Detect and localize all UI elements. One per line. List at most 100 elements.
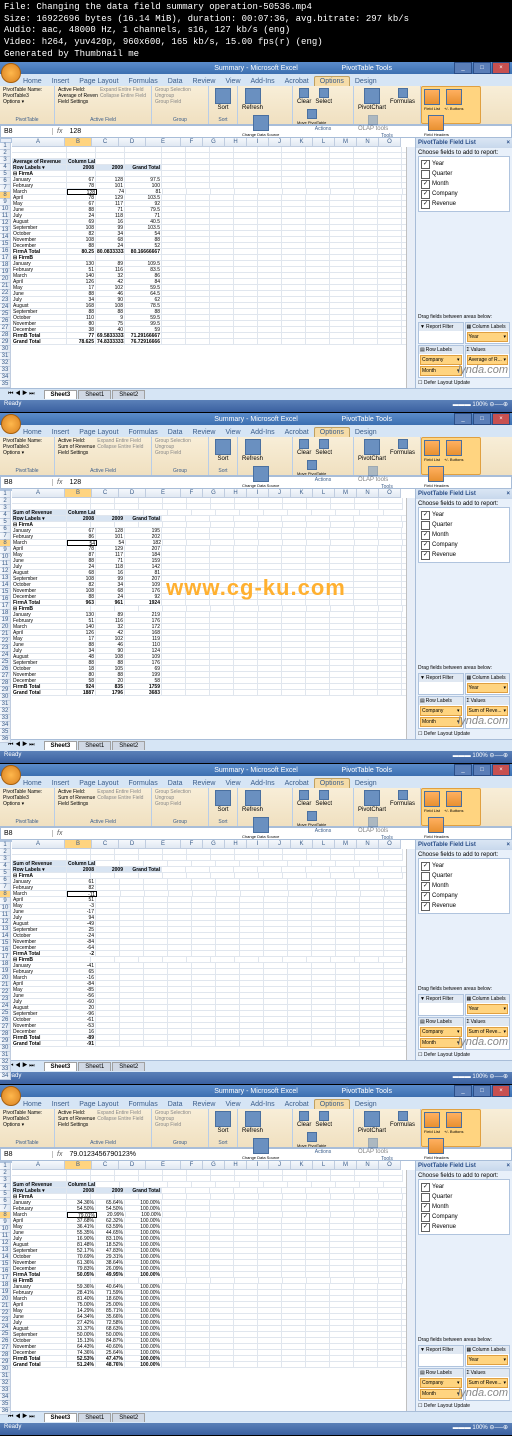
col-header-J[interactable]: J bbox=[269, 1161, 291, 1170]
formulas-icon[interactable] bbox=[398, 1111, 408, 1121]
row-header[interactable]: 8 bbox=[0, 891, 11, 898]
row-header[interactable]: 15 bbox=[0, 241, 11, 248]
row-header[interactable]: 1 bbox=[0, 491, 11, 498]
col-header-D[interactable]: D bbox=[119, 138, 146, 147]
row-header[interactable]: 17 bbox=[0, 1275, 11, 1282]
refresh-icon[interactable] bbox=[245, 439, 261, 455]
sort-icon[interactable] bbox=[215, 88, 231, 104]
row-header[interactable]: 28 bbox=[0, 680, 11, 687]
row-header[interactable]: 33 bbox=[0, 1387, 11, 1394]
pivotchart-icon[interactable] bbox=[364, 1111, 380, 1127]
cell[interactable]: 76.72916666 bbox=[125, 339, 162, 345]
col-header-M[interactable]: M bbox=[335, 138, 357, 147]
row-header[interactable]: 22 bbox=[0, 290, 11, 297]
row-header[interactable]: 14 bbox=[0, 582, 11, 589]
row-header[interactable]: 19 bbox=[0, 1289, 11, 1296]
cell[interactable]: 1796 bbox=[96, 690, 125, 696]
tab-design[interactable]: Design bbox=[350, 428, 382, 437]
col-header-I[interactable]: I bbox=[247, 1161, 269, 1170]
tab-options[interactable]: Options bbox=[314, 778, 350, 788]
tab-data[interactable]: Data bbox=[163, 428, 188, 437]
col-header-G[interactable]: G bbox=[203, 1161, 225, 1170]
tab-review[interactable]: Review bbox=[188, 1100, 221, 1109]
cell[interactable]: 51.24% bbox=[67, 1362, 96, 1368]
row-header[interactable]: 12 bbox=[0, 919, 11, 926]
col-header-D[interactable]: D bbox=[119, 1161, 146, 1170]
tab-acrobat[interactable]: Acrobat bbox=[280, 779, 314, 788]
row-header[interactable]: 26 bbox=[0, 318, 11, 325]
field-quarter[interactable]: Quarter bbox=[421, 520, 507, 530]
row-header[interactable]: 2 bbox=[0, 498, 11, 505]
tab-view[interactable]: View bbox=[220, 779, 245, 788]
row-header[interactable]: 11 bbox=[0, 1233, 11, 1240]
row-header[interactable]: 10 bbox=[0, 1226, 11, 1233]
row-header[interactable]: 23 bbox=[0, 1317, 11, 1324]
tab-options[interactable]: Options bbox=[314, 1099, 350, 1109]
select-icon[interactable] bbox=[319, 1111, 329, 1121]
row-header[interactable]: 29 bbox=[0, 339, 11, 346]
cell[interactable]: 3683 bbox=[125, 690, 162, 696]
buttons-icon[interactable] bbox=[446, 89, 462, 105]
field-month[interactable]: Month bbox=[421, 179, 507, 189]
row-header[interactable]: 11 bbox=[0, 912, 11, 919]
tab-design[interactable]: Design bbox=[350, 779, 382, 788]
tab-home[interactable]: Home bbox=[18, 1100, 47, 1109]
row-header[interactable]: 9 bbox=[0, 199, 11, 206]
tab-view[interactable]: View bbox=[220, 77, 245, 86]
row-header[interactable]: 17 bbox=[0, 954, 11, 961]
formulas-icon[interactable] bbox=[398, 790, 408, 800]
field-list-icon[interactable] bbox=[424, 440, 440, 456]
formulas-icon[interactable] bbox=[398, 88, 408, 98]
col-header-A[interactable]: A bbox=[12, 138, 65, 147]
row-header[interactable]: 2 bbox=[0, 1170, 11, 1177]
field-quarter[interactable]: Quarter bbox=[421, 1192, 507, 1202]
col-header-J[interactable]: J bbox=[269, 840, 291, 849]
row-header[interactable]: 27 bbox=[0, 1345, 11, 1352]
row-header[interactable]: 19 bbox=[0, 968, 11, 975]
close-icon[interactable]: × bbox=[506, 140, 510, 146]
row-header[interactable]: 13 bbox=[0, 575, 11, 582]
sheet-tab-2[interactable]: Sheet2 bbox=[112, 1413, 145, 1422]
formulas-icon[interactable] bbox=[398, 439, 408, 449]
row-header[interactable]: 1 bbox=[0, 842, 11, 849]
field-company[interactable]: Company bbox=[421, 1212, 507, 1222]
row-header[interactable]: 23 bbox=[0, 297, 11, 304]
row-header[interactable]: 24 bbox=[0, 652, 11, 659]
select-icon[interactable] bbox=[319, 439, 329, 449]
row-header[interactable]: 32 bbox=[0, 360, 11, 367]
row-header[interactable]: 22 bbox=[0, 989, 11, 996]
row-header[interactable]: 33 bbox=[0, 367, 11, 374]
row-header[interactable]: 18 bbox=[0, 1282, 11, 1289]
col-header-H[interactable]: H bbox=[225, 489, 247, 498]
row-header[interactable]: 32 bbox=[0, 1059, 11, 1066]
field-year[interactable]: Year bbox=[421, 861, 507, 871]
row-header[interactable]: 21 bbox=[0, 1303, 11, 1310]
col-header-C[interactable]: C bbox=[92, 1161, 119, 1170]
row-header[interactable]: 4 bbox=[0, 863, 11, 870]
col-header-E[interactable]: E bbox=[146, 489, 181, 498]
row-header[interactable]: 16 bbox=[0, 596, 11, 603]
row-header[interactable]: 1 bbox=[0, 143, 11, 150]
row-header[interactable]: 16 bbox=[0, 1268, 11, 1275]
row-header[interactable]: 13 bbox=[0, 926, 11, 933]
headers-icon[interactable] bbox=[428, 1138, 444, 1154]
col-header-G[interactable]: G bbox=[203, 489, 225, 498]
col-header-L[interactable]: L bbox=[313, 138, 335, 147]
cell[interactable]: 78.625 bbox=[67, 339, 96, 345]
col-header-F[interactable]: F bbox=[181, 138, 203, 147]
refresh-icon[interactable] bbox=[245, 88, 261, 104]
col-header-E[interactable]: E bbox=[146, 1161, 181, 1170]
col-header-E[interactable]: E bbox=[146, 840, 181, 849]
tab-addins[interactable]: Add-Ins bbox=[246, 428, 280, 437]
row-header[interactable]: 24 bbox=[0, 1003, 11, 1010]
col-header-B[interactable]: B bbox=[65, 1161, 92, 1170]
row-header[interactable]: 9 bbox=[0, 547, 11, 554]
sheet-tab-2[interactable]: Sheet2 bbox=[112, 741, 145, 750]
col-header-O[interactable]: O bbox=[379, 138, 401, 147]
row-header[interactable]: 2 bbox=[0, 849, 11, 856]
pivotchart-icon[interactable] bbox=[364, 439, 380, 455]
row-header[interactable]: 29 bbox=[0, 1038, 11, 1045]
row-header[interactable]: 25 bbox=[0, 311, 11, 318]
row-header[interactable]: 18 bbox=[0, 610, 11, 617]
tab-page-layout[interactable]: Page Layout bbox=[74, 77, 123, 86]
